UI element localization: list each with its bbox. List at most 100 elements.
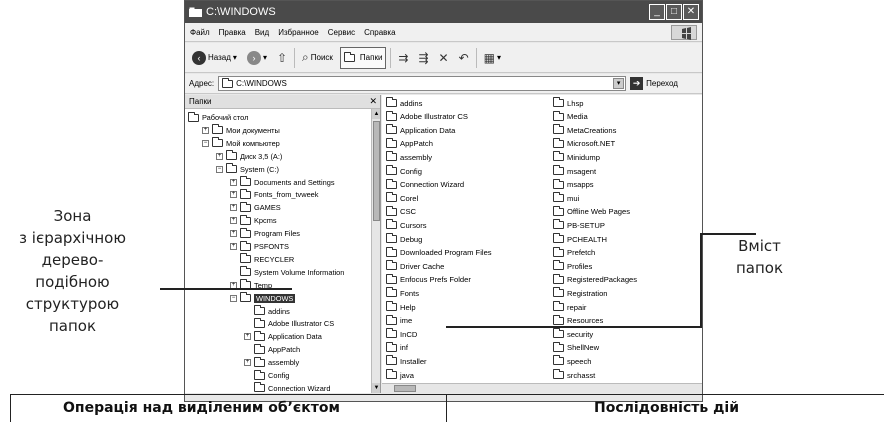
undo-button[interactable]: ↶ <box>456 47 472 69</box>
folder-item[interactable]: PCHEALTH <box>553 233 607 245</box>
folder-item[interactable]: Application Data <box>386 124 455 136</box>
folder-item[interactable]: java <box>386 369 414 381</box>
menu-file[interactable]: Файл <box>190 28 210 37</box>
folder-item[interactable]: Offline Web Pages <box>553 205 630 218</box>
folder-item[interactable]: srchasst <box>553 369 595 381</box>
delete-button[interactable]: ✕ <box>436 47 452 69</box>
folder-item[interactable]: Microsoft.NET <box>553 137 615 150</box>
tree-item[interactable]: + Program Files <box>230 227 300 239</box>
folder-item[interactable]: speech <box>553 355 592 367</box>
tree-scrollbar[interactable]: ▲ ▼ <box>371 109 380 393</box>
folder-item[interactable]: msapps <box>553 178 594 191</box>
menu-help[interactable]: Справка <box>364 28 395 37</box>
tree-item[interactable]: System Volume Information <box>230 266 344 278</box>
folder-item[interactable]: Lhsp <box>553 97 583 109</box>
chevron-down-icon[interactable]: ▾ <box>613 78 625 89</box>
folder-item[interactable]: Minidump <box>553 151 600 163</box>
folder-item[interactable]: Config <box>386 165 422 177</box>
folder-item[interactable]: MetaCreations <box>553 124 616 136</box>
folder-item[interactable]: InCD <box>386 328 417 340</box>
folder-item[interactable]: Enfocus Prefs Folder <box>386 273 471 286</box>
tree-item[interactable]: Connection Wizard <box>244 382 330 393</box>
scroll-down-icon[interactable]: ▼ <box>372 383 380 393</box>
expand-icon[interactable]: + <box>230 230 237 238</box>
tree-item[interactable]: − WINDOWS <box>230 292 296 304</box>
tree-item[interactable]: + Мои документы <box>202 124 280 136</box>
folder-item[interactable]: Corel <box>386 192 418 204</box>
expand-icon[interactable]: + <box>230 191 237 199</box>
expand-icon[interactable]: + <box>230 178 237 186</box>
folder-item[interactable]: Adobe Illustrator CS <box>386 110 468 123</box>
folder-item[interactable]: msagent <box>553 165 596 177</box>
folder-item[interactable]: Prefetch <box>553 246 595 259</box>
scroll-up-icon[interactable]: ▲ <box>372 109 380 119</box>
back-button[interactable]: ‹ Назад ▾ <box>189 47 240 69</box>
tree-item[interactable]: − System (C:) <box>216 163 279 175</box>
folder-item[interactable]: addins <box>386 97 422 109</box>
folder-item[interactable]: security <box>553 328 593 340</box>
scrollbar-thumb[interactable] <box>373 121 380 221</box>
tree-item[interactable]: + Application Data <box>244 330 322 342</box>
folder-item[interactable]: repair <box>553 301 586 313</box>
tree-item[interactable]: AppPatch <box>244 343 300 355</box>
search-button[interactable]: ⌕ Поиск <box>299 47 336 69</box>
menu-view[interactable]: Вид <box>255 28 269 37</box>
folder-item[interactable]: Resources <box>553 314 603 327</box>
menu-edit[interactable]: Правка <box>219 28 246 37</box>
tree-item[interactable]: Config <box>244 369 289 381</box>
tree-item[interactable]: addins <box>244 305 290 317</box>
tree-item[interactable]: + GAMES <box>230 201 281 213</box>
menu-favorites[interactable]: Избранное <box>278 28 319 37</box>
folder-item[interactable]: PB-SETUP <box>553 219 605 231</box>
move-to-button[interactable]: ⇉ <box>395 47 411 69</box>
expand-icon[interactable]: + <box>244 333 251 341</box>
expand-icon[interactable]: + <box>230 243 237 250</box>
views-button[interactable]: ▦ ▾ <box>481 47 504 69</box>
content-scrollbar[interactable] <box>382 383 702 393</box>
folder-item[interactable]: Help <box>386 301 416 313</box>
scrollbar-thumb[interactable] <box>394 385 416 392</box>
close-icon[interactable]: ✕ <box>369 95 377 108</box>
go-button[interactable]: ➔ Переход <box>630 77 678 90</box>
tree-item[interactable]: + Documents and Settings <box>230 176 335 188</box>
forward-button[interactable]: › ▾ <box>244 47 270 69</box>
tree-item[interactable]: + PSFONTS <box>230 240 289 252</box>
folder-item[interactable]: CSC <box>386 205 416 218</box>
tree-item[interactable]: Рабочий стол <box>188 111 248 123</box>
collapse-icon[interactable]: − <box>216 165 223 173</box>
folder-item[interactable]: Connection Wizard <box>386 178 464 191</box>
tree-item[interactable]: + assembly <box>244 356 299 368</box>
folder-item[interactable]: Debug <box>386 233 422 245</box>
collapse-icon[interactable]: − <box>230 294 237 302</box>
folder-item[interactable]: Installer <box>386 355 427 367</box>
menu-tools[interactable]: Сервис <box>328 28 355 37</box>
folder-item[interactable]: Fonts <box>386 287 419 299</box>
copy-to-button[interactable]: ⇶ <box>415 47 431 69</box>
folder-item[interactable]: RegisteredPackages <box>553 273 637 286</box>
tree-item[interactable]: + Fonts_from_tvweek <box>230 188 319 200</box>
expand-icon[interactable]: + <box>244 359 251 367</box>
tree-item[interactable]: Adobe Illustrator CS <box>244 317 334 329</box>
minimize-button[interactable]: _ <box>649 4 665 20</box>
folder-item[interactable]: Cursors <box>386 219 427 231</box>
folder-item[interactable]: inf <box>386 341 408 354</box>
tree-item[interactable]: + Диск 3,5 (A:) <box>216 150 282 162</box>
folder-item[interactable]: AppPatch <box>386 137 433 150</box>
tree-item[interactable]: − Мой компьютер <box>202 137 280 149</box>
folder-item[interactable]: Registration <box>553 287 608 299</box>
folder-item[interactable]: assembly <box>386 151 432 163</box>
folder-item[interactable]: ime <box>386 314 412 327</box>
folder-item[interactable]: ShellNew <box>553 341 599 354</box>
folder-item[interactable]: Driver Cache <box>386 260 444 272</box>
folder-item[interactable]: Media <box>553 110 588 123</box>
maximize-button[interactable]: □ <box>666 4 682 20</box>
folders-button[interactable]: Папки <box>339 46 387 69</box>
tree-item[interactable]: RECYCLER <box>230 253 294 265</box>
expand-icon[interactable]: + <box>230 217 237 225</box>
expand-icon[interactable]: + <box>216 152 223 160</box>
collapse-icon[interactable]: − <box>202 139 209 147</box>
folder-item[interactable]: Profiles <box>553 260 592 272</box>
up-button[interactable]: ⇧ <box>274 47 290 69</box>
folder-item[interactable]: Downloaded Program Files <box>386 246 492 259</box>
expand-icon[interactable]: + <box>230 204 237 212</box>
